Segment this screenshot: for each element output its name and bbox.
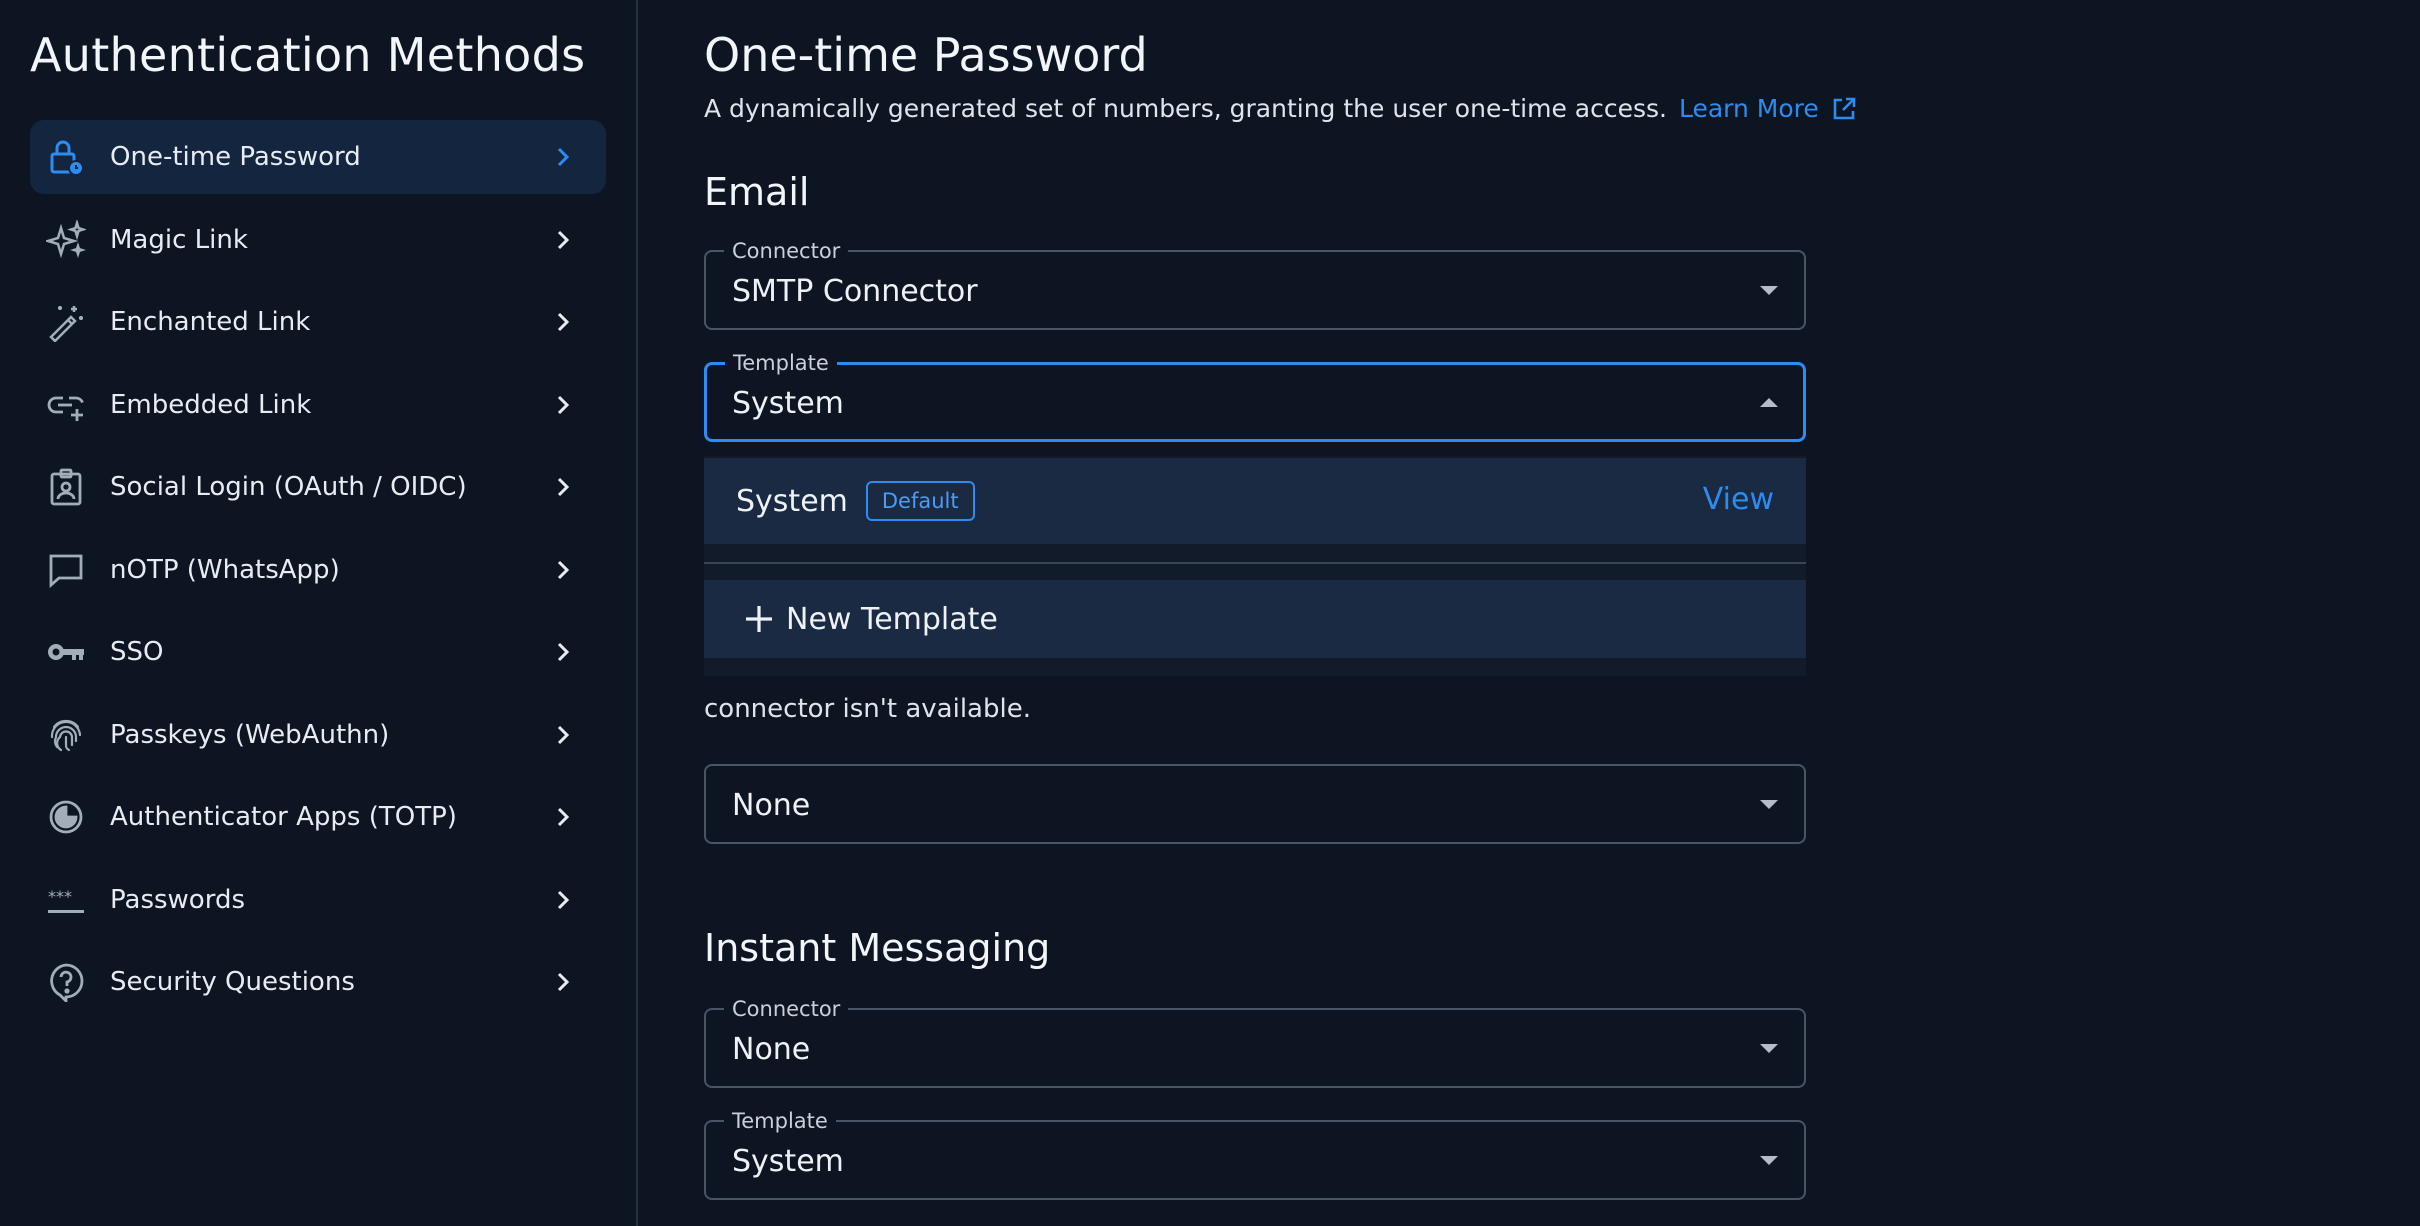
sidebar-item-enchanted-link[interactable]: Enchanted Link [30,285,606,359]
sidebar-item-label: Social Login (OAuth / OIDC) [110,472,467,502]
caret-up-icon [1760,398,1778,407]
sidebar-item-passwords[interactable]: *** Passwords [30,863,606,937]
caret-down-icon [1760,1044,1778,1053]
im-connector-select[interactable]: Connector None [704,997,1806,1088]
chevron-right-icon [550,557,576,583]
external-link-icon [1833,97,1856,119]
question-icon [46,962,86,1002]
sidebar-item-label: Authenticator Apps (TOTP) [110,802,457,832]
template-dropdown-menu: System Default View New Template [704,456,1806,676]
sidebar-item-notp-whatsapp[interactable]: nOTP (WhatsApp) [30,533,606,607]
key-icon [46,632,86,672]
field-value: None [732,1032,811,1067]
menu-divider [704,562,1806,564]
page-title: One-time Password [704,28,1148,82]
chevron-right-icon [550,804,576,830]
caret-down-icon [1760,800,1778,809]
id-badge-icon [46,467,86,507]
sidebar-item-label: Enchanted Link [110,307,311,337]
option-label: System [736,483,848,519]
description-text: A dynamically generated set of numbers, … [704,94,1667,123]
svg-text:***: *** [48,887,72,906]
learn-more-link[interactable]: Learn More [1679,94,1857,123]
magic-wand-icon [46,302,86,342]
sidebar-item-label: One-time Password [110,142,361,172]
sidebar-item-social-login[interactable]: Social Login (OAuth / OIDC) [30,450,606,524]
sidebar-item-label: Magic Link [110,224,248,255]
sidebar-item-label: Embedded Link [110,389,312,420]
field-label: Connector [724,997,849,1021]
new-template-label: New Template [786,601,998,637]
field-value: None [732,788,811,823]
chevron-right-icon [550,639,576,665]
lock-clock-icon [46,137,86,177]
password-dots-icon: *** [46,880,86,920]
im-template-select[interactable]: Template System [704,1109,1806,1200]
sidebar-item-embedded-link[interactable]: Embedded Link [30,368,606,442]
caret-down-icon [1760,1156,1778,1165]
plus-icon [746,606,772,632]
view-template-button[interactable]: View [1703,482,1774,517]
sidebar-item-label: SSO [110,637,164,667]
fallback-select[interactable]: None [704,764,1806,844]
email-section-title: Email [704,170,810,214]
chevron-right-icon [550,309,576,335]
sidebar-item-passkeys[interactable]: Passkeys (WebAuthn) [30,698,606,772]
sidebar-item-label: Passwords [110,884,245,915]
new-template-button[interactable]: New Template [704,580,1806,658]
sidebar-item-security-questions[interactable]: Security Questions [30,945,606,1019]
connector-note: connector isn't available. [704,694,1031,724]
sidebar-item-one-time-password[interactable]: One-time Password [30,120,606,194]
chevron-right-icon [550,887,576,913]
learn-more-label: Learn More [1678,94,1819,123]
chat-bubble-icon [46,550,86,590]
page-description: A dynamically generated set of numbers, … [704,94,1857,123]
fingerprint-icon [46,715,86,755]
template-option-system[interactable]: System Default View [704,458,1806,544]
field-label: Template [724,1109,836,1133]
authenticator-icon [46,797,86,837]
chevron-right-icon [550,392,576,418]
chevron-right-icon [550,227,576,253]
sidebar-item-sso[interactable]: SSO [30,615,606,689]
chevron-right-icon [550,474,576,500]
email-template-select[interactable]: Template System [704,351,1806,442]
chevron-right-icon [550,969,576,995]
instant-messaging-section-title: Instant Messaging [704,926,1051,970]
sidebar-item-label: nOTP (WhatsApp) [110,554,340,585]
default-badge: Default [865,481,975,521]
sidebar-item-label: Security Questions [110,967,355,997]
auth-methods-nav: One-time Password Magic Link Enchanted L… [30,120,606,1028]
link-plus-icon [46,385,86,425]
field-value: System [732,386,844,421]
sidebar-title: Authentication Methods [30,28,586,82]
email-connector-select[interactable]: Connector SMTP Connector [704,239,1806,330]
sidebar-item-authenticator-apps[interactable]: Authenticator Apps (TOTP) [30,780,606,854]
sidebar-item-magic-link[interactable]: Magic Link [30,203,606,277]
chevron-right-icon [550,722,576,748]
field-label: Template [725,351,837,375]
field-value: SMTP Connector [732,274,978,309]
field-value: System [732,1144,844,1179]
caret-down-icon [1760,286,1778,295]
sidebar-item-label: Passkeys (WebAuthn) [110,719,390,750]
chevron-right-icon [550,144,576,170]
field-label: Connector [724,239,849,263]
sparkles-icon [46,219,86,260]
sidebar: Authentication Methods One-time Password [0,0,638,1226]
